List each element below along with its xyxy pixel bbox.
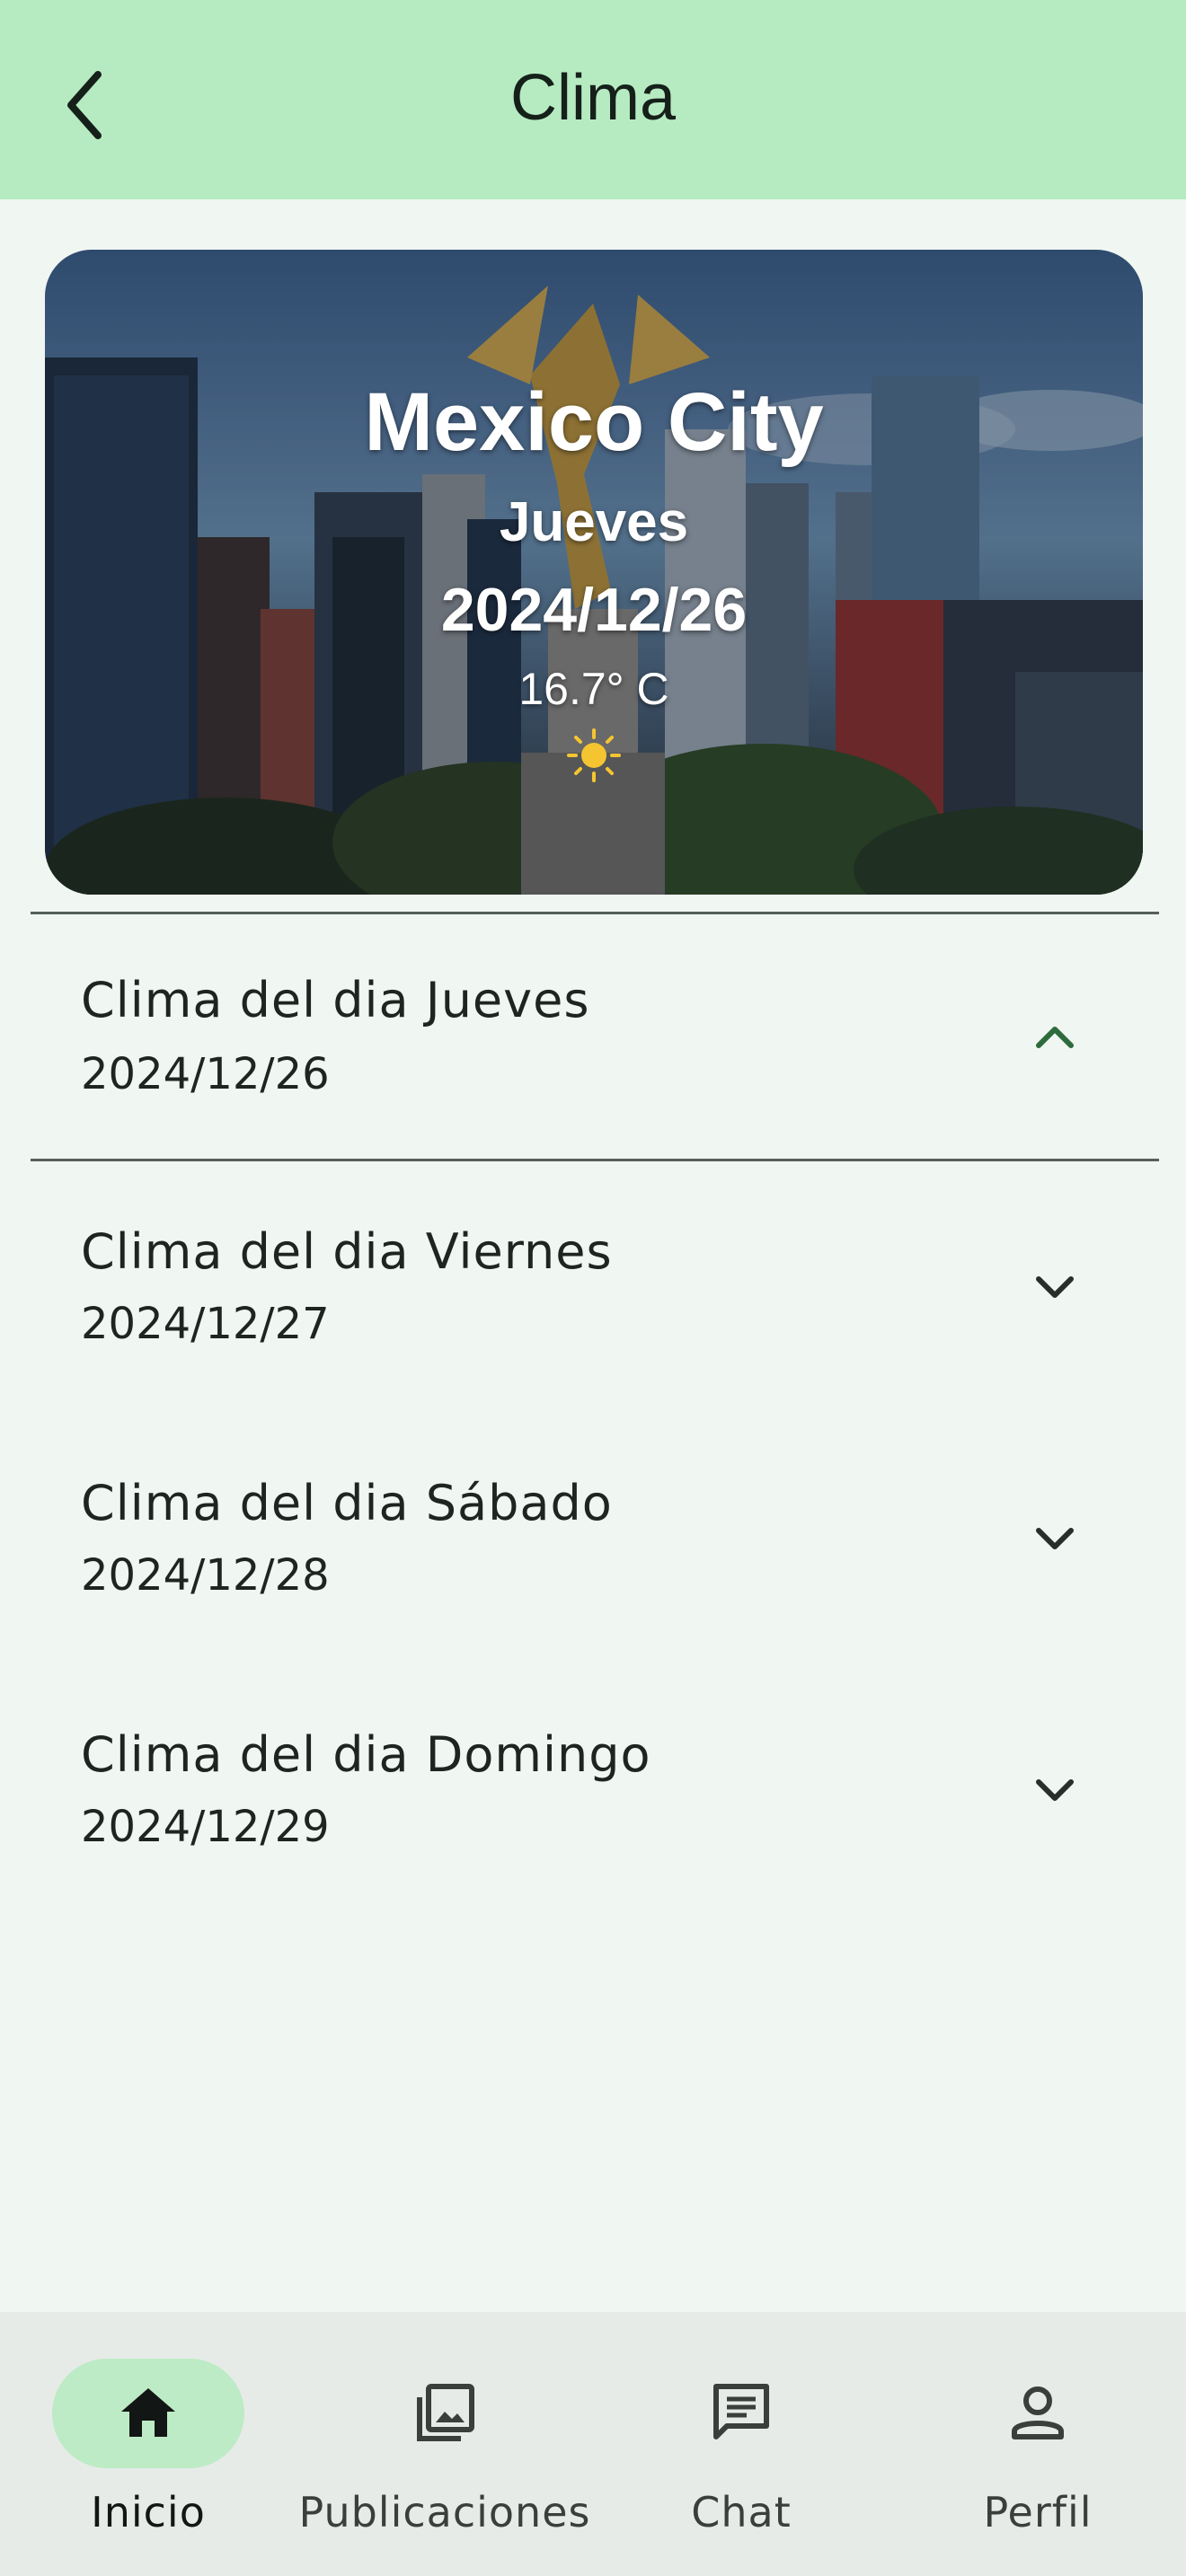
sun-icon [567,728,621,782]
nav-item-inicio[interactable]: Inicio [0,2312,296,2576]
chevron-up-icon[interactable] [1026,1008,1084,1065]
forecast-date: 2024/12/26 [81,1049,330,1099]
chevron-down-icon[interactable] [1026,1257,1084,1315]
nav-item-chat[interactable]: Chat [593,2312,890,2576]
forecast-title: Clima del dia Domingo [81,1726,651,1783]
forecast-tile-domingo[interactable]: Clima del dia Domingo 2024/12/29 [31,1667,1159,1910]
weekday-label: Jueves [499,491,689,553]
divider [31,912,1159,914]
nav-label: Publicaciones [298,2488,591,2536]
forecast-tile-sabado[interactable]: Clima del dia Sábado 2024/12/28 [31,1416,1159,1658]
forecast-date: 2024/12/28 [81,1550,330,1601]
nav-label: Inicio [91,2488,206,2536]
nav-item-perfil[interactable]: Perfil [890,2312,1186,2576]
forecast-date: 2024/12/27 [81,1299,330,1349]
nav-label: Chat [691,2488,792,2536]
chevron-down-icon[interactable] [1026,1760,1084,1818]
person-icon [1012,2386,1064,2439]
forecast-title: Clima del dia Sábado [81,1475,613,1531]
forecast-title: Clima del dia Jueves [81,972,590,1028]
forecast-tile-viernes[interactable]: Clima del dia Viernes 2024/12/27 [31,1164,1159,1407]
chevron-down-icon[interactable] [1026,1509,1084,1566]
app-bar: Clima [0,0,1186,199]
nav-item-publicaciones[interactable]: Publicaciones [296,2312,593,2576]
forecast-tile-jueves[interactable]: Clima del dia Jueves 2024/12/26 [31,916,1159,1159]
weather-hero-card: Mexico City Jueves 2024/12/26 16.7° C [45,250,1143,895]
page-title: Clima [509,62,676,134]
forecast-date: 2024/12/29 [81,1802,330,1852]
photo-library-icon [417,2384,474,2441]
date-label: 2024/12/26 [440,576,748,644]
bottom-navigation-bar: Inicio Publicaciones Chat Perfil [0,2312,1186,2576]
temperature-label: 16.7° C [518,664,669,714]
divider [31,1159,1159,1161]
nav-label: Perfil [983,2488,1093,2536]
chat-icon [713,2384,769,2439]
city-name: Mexico City [364,376,824,468]
hero-overlay [45,250,1143,895]
home-icon [121,2388,175,2437]
forecast-title: Clima del dia Viernes [81,1223,613,1280]
